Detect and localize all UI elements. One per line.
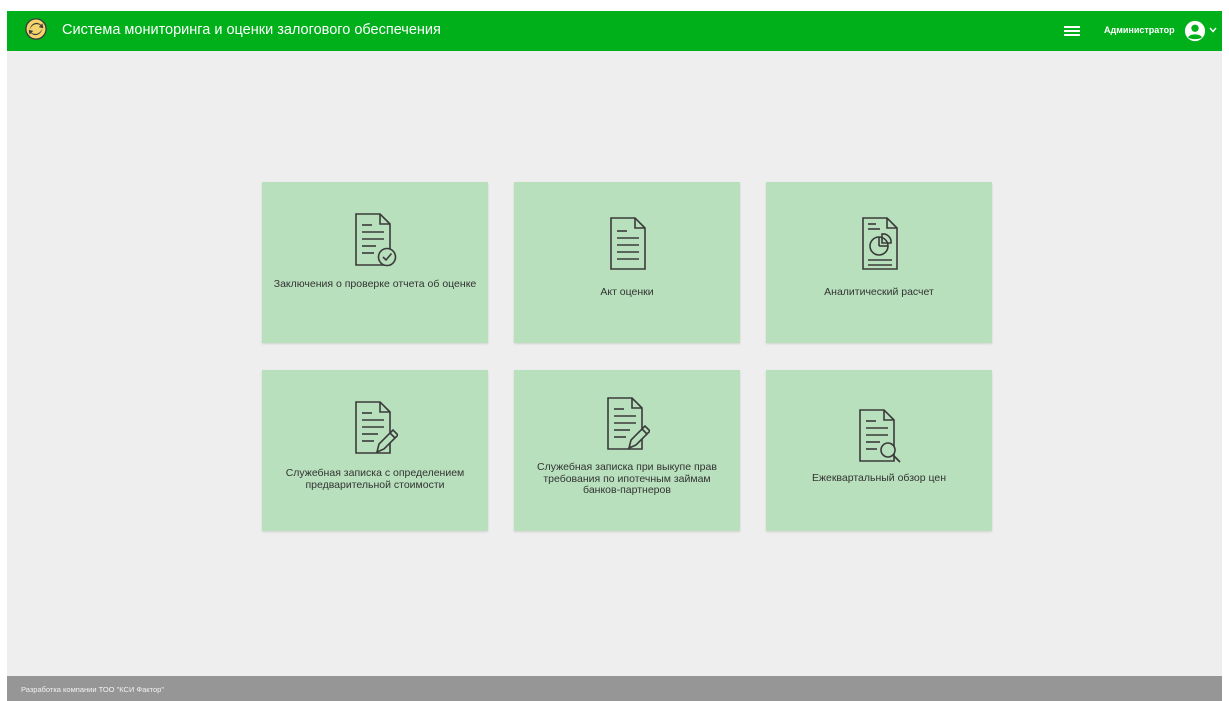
- tile-label: Служебная записка с определением предвар…: [285, 467, 465, 491]
- logo-icon: [25, 18, 47, 40]
- tile-memo-mortgage-buyout[interactable]: Служебная записка при выкупе прав требов…: [514, 370, 740, 531]
- top-bar: Система мониторинга и оценки залогового …: [7, 11, 1222, 51]
- document-pen-icon: [607, 397, 650, 450]
- user-avatar-icon[interactable]: [1184, 20, 1206, 42]
- tile-label: Заключения о проверке отчета об оценке: [273, 278, 477, 290]
- tile-analytical-calculation[interactable]: Аналитический расчет: [766, 182, 992, 343]
- document-pen-icon: [355, 401, 398, 454]
- document-pie-chart-icon: [862, 217, 898, 270]
- document-icon: [610, 217, 646, 270]
- footer: Разработка компании ТОО "КСИ Фактор": [7, 676, 1222, 701]
- document-search-icon: [859, 409, 901, 463]
- chevron-down-icon[interactable]: [1209, 27, 1217, 33]
- tile-appraisal-report-review[interactable]: Заключения о проверке отчета об оценке: [262, 182, 488, 343]
- document-check-icon: [355, 213, 397, 267]
- tile-memo-preliminary-cost[interactable]: Служебная записка с определением предвар…: [262, 370, 488, 531]
- tile-quarterly-price-review[interactable]: Ежеквартальный обзор цен: [766, 370, 992, 531]
- tile-label: Служебная записка при выкупе прав требов…: [537, 461, 717, 496]
- menu-icon[interactable]: [1063, 23, 1081, 39]
- app-title: Система мониторинга и оценки залогового …: [62, 22, 441, 38]
- tile-label: Акт оценки: [600, 286, 654, 298]
- tile-appraisal-act[interactable]: Акт оценки: [514, 182, 740, 343]
- tile-label: Ежеквартальный обзор цен: [811, 472, 947, 484]
- app-frame: Система мониторинга и оценки залогового …: [7, 11, 1222, 701]
- user-name[interactable]: Администратор: [1104, 25, 1175, 35]
- tile-label: Аналитический расчет: [824, 286, 934, 298]
- footer-text: Разработка компании ТОО "КСИ Фактор": [21, 685, 165, 694]
